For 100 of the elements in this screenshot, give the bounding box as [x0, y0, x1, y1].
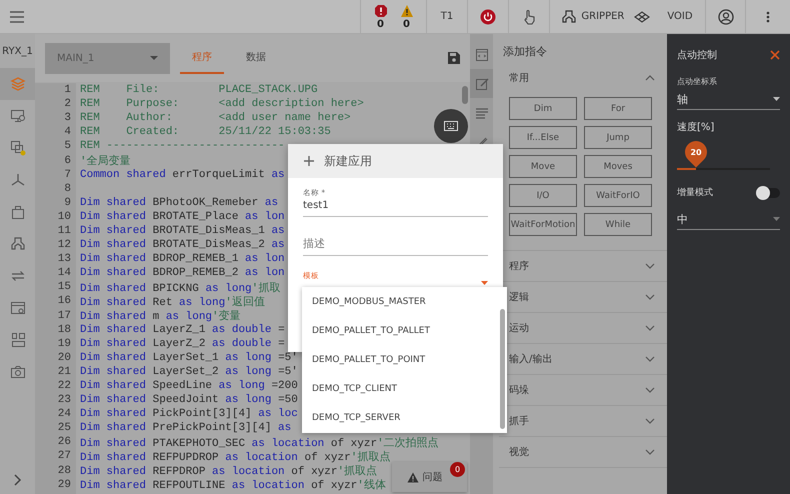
- line-number: 26: [56, 436, 72, 448]
- line-number: 12: [56, 239, 72, 252]
- list-icon: [474, 106, 488, 120]
- code-line: Dim shared BDROP_REMEB_2 as lon: [79, 267, 285, 280]
- code-line: Dim shared PickPoint[3][4] as loc: [79, 408, 298, 420]
- mode-button[interactable]: T1: [440, 11, 454, 22]
- instruction-button[interactable]: While: [584, 213, 652, 236]
- alarm-count: 0: [377, 18, 384, 30]
- camera-icon: [10, 364, 26, 380]
- line-number: 2: [63, 98, 72, 110]
- line-number: 21: [56, 366, 72, 378]
- menu-option[interactable]: DEMO_PALLET_TO_POINT: [302, 345, 497, 374]
- menu-option[interactable]: DEMO_MODBUS_MASTER: [302, 287, 497, 316]
- edit-icon: [474, 76, 488, 90]
- line-number: 5: [63, 140, 72, 152]
- step-select[interactable]: 中: [677, 209, 780, 230]
- frame-select[interactable]: 轴: [677, 89, 780, 110]
- line-number: 13: [56, 253, 72, 266]
- bag-icon: [10, 204, 26, 220]
- section-header[interactable]: 常用: [499, 63, 667, 93]
- code-line: Dim shared PTAKEPHOTO_SEC as location of xyzr'二次拍照点: [79, 436, 439, 450]
- code-window-icon: [474, 48, 488, 62]
- chevron-down-icon: [645, 294, 655, 300]
- robot-name: RYX_1: [2, 44, 33, 58]
- name-field[interactable]: test1: [303, 198, 488, 217]
- power-button[interactable]: [480, 8, 496, 24]
- code-line: REM Author: <add user name here>: [79, 112, 351, 124]
- code-line: Dim shared REFPUPDROP as location of xyzr'抓取点: [79, 450, 390, 464]
- code-line: Dim shared m as long'变量: [79, 308, 241, 324]
- close-button[interactable]: [770, 50, 780, 60]
- section-header[interactable]: 抓手: [499, 406, 667, 436]
- problems-button[interactable]: 问题 0: [392, 462, 467, 492]
- code-line: REM Purpose: <add description here>: [79, 98, 364, 110]
- line-number: 15: [56, 281, 72, 294]
- line-number: 6: [63, 154, 72, 167]
- expand-button[interactable]: [14, 474, 22, 486]
- chevron-down-icon: [645, 449, 655, 455]
- power-icon: [480, 8, 496, 24]
- gripper-icon: [562, 10, 576, 24]
- code-line: Dim shared BPhotoOK_Remeber as: [79, 196, 278, 209]
- section-header[interactable]: 视觉: [499, 437, 667, 467]
- code-line: REM File: PLACE_STACK.UPG: [79, 84, 318, 96]
- chevron-right-icon: [14, 474, 22, 486]
- instruction-button[interactable]: Jump: [584, 126, 652, 149]
- code-line: Dim shared BDROP_REMEB_1 as lon: [79, 253, 285, 266]
- chevron-down-icon: [645, 387, 655, 393]
- code-line: Dim shared LayerZ_1 as double =: [79, 324, 285, 336]
- plus-icon: [304, 156, 314, 166]
- section-header[interactable]: 程序: [499, 251, 667, 281]
- speed-slider[interactable]: 20: [677, 138, 770, 170]
- section-header[interactable]: 逻辑: [499, 282, 667, 312]
- chevron-up-icon: [645, 75, 655, 81]
- instruction-button[interactable]: Move: [509, 155, 577, 178]
- toggle-switch[interactable]: [758, 188, 780, 198]
- chevron-down-icon: [645, 418, 655, 424]
- line-number: 9: [63, 196, 72, 209]
- code-line: Dim shared LayerSet_1 as long =5': [79, 352, 298, 364]
- caret-down-icon: [150, 56, 158, 60]
- error-icon: [374, 4, 388, 18]
- line-number: 24: [56, 408, 72, 420]
- code-line: Dim shared BPICKNG as long'抓取: [79, 281, 280, 295]
- instruction-button[interactable]: Moves: [584, 155, 652, 178]
- more-button[interactable]: [766, 10, 770, 22]
- panel-title: 点动控制: [677, 48, 717, 62]
- keyboard-icon: [444, 121, 458, 131]
- section-header[interactable]: 运动: [499, 313, 667, 343]
- instruction-button[interactable]: For: [584, 97, 652, 120]
- code-line: Dim shared BROTATE_DisMeas_2 as: [79, 239, 285, 252]
- workpiece-button[interactable]: VOID: [634, 10, 693, 22]
- tab[interactable]: 数据: [234, 42, 278, 74]
- line-number: 1: [63, 84, 72, 96]
- line-number: 4: [63, 126, 72, 138]
- line-number: 28: [56, 464, 72, 477]
- line-number: 11: [56, 224, 72, 237]
- code-line: REM Created: 25/11/22 15:03:35: [79, 126, 331, 138]
- instruction-button[interactable]: If...Else: [509, 126, 577, 149]
- code-line: Dim shared SpeedLine as long =200: [79, 380, 298, 392]
- menu-option[interactable]: DEMO_TCP_CLIENT: [302, 374, 497, 403]
- chevron-down-icon: [645, 263, 655, 269]
- hand-button[interactable]: [522, 8, 536, 24]
- line-number: 10: [56, 210, 72, 223]
- section-header[interactable]: 码垛: [499, 375, 667, 405]
- instruction-button[interactable]: I/O: [509, 184, 577, 207]
- warning-icon: [406, 472, 418, 482]
- instruction-button[interactable]: Dim: [509, 97, 577, 120]
- menu-option[interactable]: DEMO_TCP_SERVER: [302, 403, 497, 432]
- user-button[interactable]: [718, 8, 734, 24]
- code-line: Dim shared REFPDROP as location of xyzr'抓取点: [79, 464, 378, 478]
- instruction-button[interactable]: WaitForIO: [584, 184, 652, 207]
- gripper-button[interactable]: GRIPPER: [562, 10, 624, 24]
- section-header[interactable]: 输入/输出: [499, 344, 667, 374]
- line-number: 8: [63, 182, 72, 195]
- menu-option[interactable]: DEMO_PALLET_TO_PALLET: [302, 316, 497, 345]
- scrollbar[interactable]: [500, 309, 505, 429]
- caret-down-icon: [481, 281, 488, 285]
- description-field[interactable]: 描述: [303, 237, 488, 256]
- diamond-grid-icon: [634, 10, 650, 22]
- instruction-button[interactable]: WaitForMotion: [509, 213, 577, 236]
- scrollbar[interactable]: [462, 86, 468, 104]
- save-button[interactable]: [448, 52, 460, 64]
